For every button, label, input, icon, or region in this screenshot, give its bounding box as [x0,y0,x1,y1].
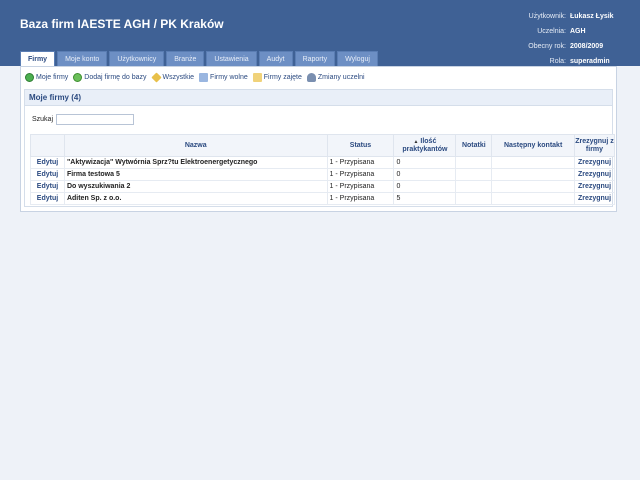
toolbar-taken-companies[interactable]: Firmy zajęte [252,72,302,82]
resign-link[interactable]: Zrezygnuj [573,180,616,193]
company-status: 1 - Przypisana [326,180,395,193]
toolbar-label: Wszystkie [162,73,195,81]
my-companies-section: Moje firmy (4) Szukaj Nazwa Status ▲ Iloś… [24,89,616,207]
year-value: 2008/2009 [570,43,604,50]
sort-asc-icon: ▲ [413,138,419,145]
company-status: 1 - Przypisana [326,168,395,181]
table-row: Edytuj Firma testowa 5 1 - Przypisana 0 … [30,168,616,181]
tab-moje-konto[interactable]: Moje konto [57,51,108,66]
toolbar-free-companies[interactable]: Firmy wolne [199,72,248,82]
user-row-school: Uczelnia: AGH [512,24,628,39]
toolbar: Moje firmy Dodaj firmę do bazy Wszystkie… [21,67,616,87]
school-label: Uczelnia: [537,28,566,35]
toolbar-all[interactable]: Wszystkie [150,71,195,83]
main-tabs: Firmy Moje konto Użytkownicy Branże Usta… [20,51,380,66]
user-row-year: Obecny rok: 2008/2009 [512,39,628,54]
school-value: AGH [570,28,586,35]
header-name[interactable]: Nazwa [63,134,328,157]
globe-icon [25,72,34,82]
toolbar-add-company[interactable]: Dodaj firmę do bazy [73,72,147,82]
user-value: Łukasz Łysik [570,13,614,20]
header-count[interactable]: ▲ Ilość praktykantów [393,134,457,157]
trainee-count: 0 [393,180,457,193]
user-label: Użytkownik: [528,13,566,20]
header-next-contact[interactable]: Następny kontakt [491,134,575,157]
next-contact-cell [491,180,575,193]
document-lock-icon [252,72,262,82]
trainee-count: 0 [393,156,457,169]
resign-link[interactable]: Zrezygnuj [573,156,616,169]
table-row: Edytuj "Aktywizacja" Wytwórnia Sprz?tu E… [30,156,616,169]
resign-link[interactable]: Zrezygnuj [573,192,616,205]
tab-branze[interactable]: Branże [166,51,205,66]
section-title: Moje firmy (4) [25,90,612,106]
document-icon [199,72,209,82]
company-name: Firma testowa 5 [63,168,328,181]
notes-cell [455,168,493,181]
next-contact-cell [491,156,575,169]
header-count-label: Ilość praktykantów [402,137,448,153]
company-name: Aditen Sp. z o.o. [63,192,328,205]
user-row-name: Użytkownik: Łukasz Łysik [512,9,628,24]
user-icon [306,72,316,82]
table-row: Edytuj Aditen Sp. z o.o. 1 - Przypisana … [30,192,616,205]
company-name: Do wyszukiwania 2 [63,180,328,193]
company-status: 1 - Przypisana [326,192,395,205]
edit-link[interactable]: Edytuj [30,180,65,193]
table-header-row: Nazwa Status ▲ Ilość praktykantów Notatki… [30,134,616,157]
search-input[interactable] [56,114,135,125]
year-label: Obecny rok: [528,43,566,50]
companies-table: Nazwa Status ▲ Ilość praktykantów Notatki… [30,134,616,205]
header-status[interactable]: Status [326,134,395,157]
header-edit [30,134,65,157]
next-contact-cell [491,192,575,205]
tab-firmy[interactable]: Firmy [20,51,56,66]
edit-link[interactable]: Edytuj [30,168,65,181]
table-row: Edytuj Do wyszukiwania 2 1 - Przypisana … [30,180,616,193]
role-label: Rola: [549,58,566,65]
role-value: superadmin [570,58,610,65]
app-title: Baza firm IAESTE AGH / PK Kraków [20,17,224,31]
toolbar-label: Zmiany uczelni [317,73,365,81]
edit-link[interactable]: Edytuj [30,156,65,169]
edit-link[interactable]: Edytuj [30,192,65,205]
tab-wyloguj[interactable]: Wyloguj [337,51,378,66]
search-row: Szukaj [32,114,135,125]
toolbar-school-changes[interactable]: Zmiany uczelni [306,72,365,82]
header-notes[interactable]: Notatki [455,134,493,157]
tab-ustawienia[interactable]: Ustawienia [206,51,257,66]
company-name: "Aktywizacja" Wytwórnia Sprz?tu Elektroe… [63,156,328,169]
notes-cell [455,180,493,193]
toolbar-my-companies[interactable]: Moje firmy [25,72,69,82]
trainee-count: 5 [393,192,457,205]
search-label: Szukaj [32,116,54,123]
tab-audyt[interactable]: Audyt [258,51,293,66]
company-status: 1 - Przypisana [326,156,395,169]
header: Baza firm IAESTE AGH / PK Kraków Użytkow… [0,0,640,66]
notes-cell [455,192,493,205]
tab-raporty[interactable]: Raporty [294,51,336,66]
toolbar-label: Dodaj firmę do bazy [84,73,147,81]
toolbar-label: Firmy zajęte [263,73,302,81]
user-info: Użytkownik: Łukasz Łysik Uczelnia: AGH Obe… [512,9,628,69]
pencil-icon [150,71,162,83]
content-panel: Moje firmy Dodaj firmę do bazy Wszystkie… [20,66,617,212]
next-contact-cell [491,168,575,181]
toolbar-label: Firmy wolne [210,73,248,81]
resign-link[interactable]: Zrezygnuj [573,168,616,181]
toolbar-label: Moje firmy [36,73,69,81]
trainee-count: 0 [393,168,457,181]
add-icon [73,72,83,82]
tab-uzytkownicy[interactable]: Użytkownicy [109,51,165,66]
notes-cell [455,156,493,169]
header-resign: Zrezygnuj z firmy [573,134,616,157]
